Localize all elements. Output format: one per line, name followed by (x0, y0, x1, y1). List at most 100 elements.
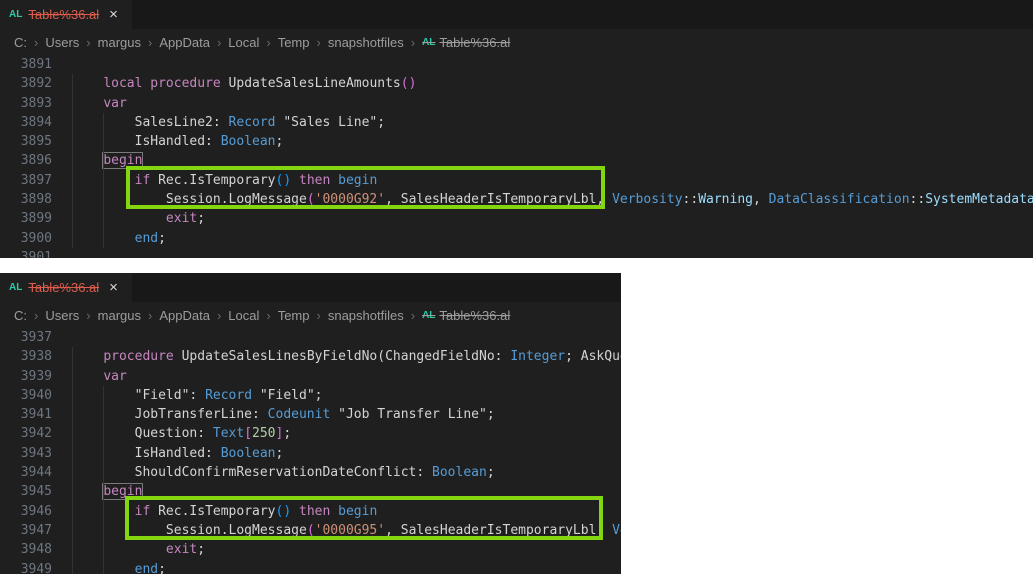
chevron-right-icon: › (317, 35, 321, 50)
breadcrumb-label: Temp (278, 308, 310, 323)
chevron-right-icon: › (217, 35, 221, 50)
code-editor[interactable]: 38913892 local procedure UpdateSalesLine… (0, 55, 1033, 258)
chevron-right-icon: › (34, 35, 38, 50)
al-language-icon: AL (9, 9, 22, 20)
breadcrumb-item[interactable]: AppData (159, 35, 210, 50)
line-number: 3891 (0, 55, 52, 74)
code-line[interactable]: 3943 IsHandled: Boolean; (0, 444, 621, 463)
breadcrumb-item[interactable]: Local (228, 308, 259, 323)
chevron-right-icon: › (34, 308, 38, 323)
line-number: 3940 (0, 386, 52, 405)
chevron-right-icon: › (411, 35, 415, 50)
chevron-right-icon: › (86, 35, 90, 50)
breadcrumb-label: margus (98, 308, 141, 323)
breadcrumb-item[interactable]: Users (45, 308, 79, 323)
code-text: var (52, 367, 127, 386)
code-line[interactable]: 3937 (0, 328, 621, 347)
chevron-right-icon: › (148, 308, 152, 323)
breadcrumb-item[interactable]: margus (98, 35, 141, 50)
breadcrumb: C:›Users›margus›AppData›Local›Temp›snaps… (0, 302, 621, 328)
code-text: end; (52, 560, 166, 574)
code-line[interactable]: 3941 JobTransferLine: Codeunit "Job Tran… (0, 405, 621, 424)
line-number: 3939 (0, 367, 52, 386)
code-line[interactable]: 3939 var (0, 367, 621, 386)
code-line[interactable]: 3948 exit; (0, 540, 621, 559)
chevron-right-icon: › (266, 308, 270, 323)
indent-guide (72, 347, 73, 574)
code-line[interactable]: 3895 IsHandled: Boolean; (0, 132, 1033, 151)
vscode-editor-bottom: AL Table%36.al × C: › Users › margus › AppData… (0, 273, 621, 574)
breadcrumb-item[interactable]: snapshotfiles (328, 308, 404, 323)
breadcrumb-label: Local (228, 308, 259, 323)
line-number: 3900 (0, 229, 52, 248)
line-number: 3942 (0, 424, 52, 443)
code-line[interactable]: 3897 if Rec.IsTemporary() then begin (0, 171, 1033, 190)
code-line[interactable]: 3891 (0, 55, 1033, 74)
code-line[interactable]: 3899 exit; (0, 209, 1033, 228)
breadcrumb-label: snapshotfiles (328, 308, 404, 323)
line-number: 3941 (0, 405, 52, 424)
line-number: 3895 (0, 132, 52, 151)
line-number: 3901 (0, 248, 52, 258)
breadcrumb-item[interactable]: snapshotfiles (328, 35, 404, 50)
code-text: IsHandled: Boolean; (52, 132, 283, 151)
line-number: 3945 (0, 482, 52, 501)
breadcrumb-item[interactable]: Temp (278, 308, 310, 323)
code-line[interactable]: 3945 begin (0, 482, 621, 501)
breadcrumb-item[interactable]: ALTable%36.al (422, 35, 510, 50)
breadcrumb-label: C: (14, 308, 27, 323)
code-text: if Rec.IsTemporary() then begin (52, 171, 377, 190)
line-number: 3938 (0, 347, 52, 366)
code-editor[interactable]: 39373938 procedure UpdateSalesLinesByFie… (0, 328, 621, 574)
chevron-right-icon: › (148, 35, 152, 50)
code-line[interactable]: 3947 Session.LogMessage('0000G95', Sales… (0, 521, 621, 540)
breadcrumb-label: Users (45, 308, 79, 323)
tab-table36al[interactable]: AL Table%36.al × (0, 273, 132, 302)
code-line[interactable]: 3901 (0, 248, 1033, 258)
line-number: 3947 (0, 521, 52, 540)
code-line[interactable]: 3944 ShouldConfirmReservationDateConflic… (0, 463, 621, 482)
code-text: if Rec.IsTemporary() then begin (52, 502, 377, 521)
tab-filename: Table%36.al (28, 280, 99, 295)
line-number: 3948 (0, 540, 52, 559)
code-line[interactable]: 3949 end; (0, 560, 621, 574)
close-icon[interactable]: × (109, 7, 118, 22)
code-text: SalesLine2: Record "Sales Line"; (52, 113, 385, 132)
code-text: var (52, 94, 127, 113)
breadcrumb-label: AppData (159, 35, 210, 50)
line-number: 3937 (0, 328, 52, 347)
breadcrumb-label: Local (228, 35, 259, 50)
tab-table36al[interactable]: AL Table%36.al × (0, 0, 132, 29)
code-line[interactable]: 3940 "Field": Record "Field"; (0, 386, 621, 405)
breadcrumb-label: C: (14, 35, 27, 50)
code-line[interactable]: 3892 local procedure UpdateSalesLineAmou… (0, 74, 1033, 93)
breadcrumb-item[interactable]: Local (228, 35, 259, 50)
code-line[interactable]: 3898 Session.LogMessage('0000G92', Sales… (0, 190, 1033, 209)
code-line[interactable]: 3946 if Rec.IsTemporary() then begin (0, 502, 621, 521)
breadcrumb-item[interactable]: margus (98, 308, 141, 323)
code-line[interactable]: 3942 Question: Text[250]; (0, 424, 621, 443)
breadcrumb-item[interactable]: ALTable%36.al (422, 308, 510, 323)
breadcrumb-label: Temp (278, 35, 310, 50)
code-text (52, 248, 72, 258)
code-line[interactable]: 3900 end; (0, 229, 1033, 248)
breadcrumb-item[interactable]: C: (14, 35, 27, 50)
line-number: 3943 (0, 444, 52, 463)
breadcrumb: C: › Users › margus › AppData › Local › Temp › snaps… (0, 29, 1033, 55)
breadcrumb-item[interactable]: AppData (159, 308, 210, 323)
breadcrumb-item[interactable]: C: (14, 308, 27, 323)
code-line[interactable]: 3938 procedure UpdateSalesLinesByFieldNo… (0, 347, 621, 366)
line-number: 3896 (0, 151, 52, 170)
code-text: Session.LogMessage('0000G92', SalesHeade… (52, 190, 1033, 209)
breadcrumb-item[interactable]: Users (45, 35, 79, 50)
chevron-right-icon: › (86, 308, 90, 323)
breadcrumb-label: Users (45, 35, 79, 50)
code-line[interactable]: 3893 var (0, 94, 1033, 113)
code-line[interactable]: 3894 SalesLine2: Record "Sales Line"; (0, 113, 1033, 132)
code-line[interactable]: 3896 begin (0, 151, 1033, 170)
code-text: Session.LogMessage('0000G95', SalesHeade… (52, 521, 621, 540)
line-number: 3946 (0, 502, 52, 521)
close-icon[interactable]: × (109, 280, 118, 295)
line-number: 3892 (0, 74, 52, 93)
breadcrumb-item[interactable]: Temp (278, 35, 310, 50)
